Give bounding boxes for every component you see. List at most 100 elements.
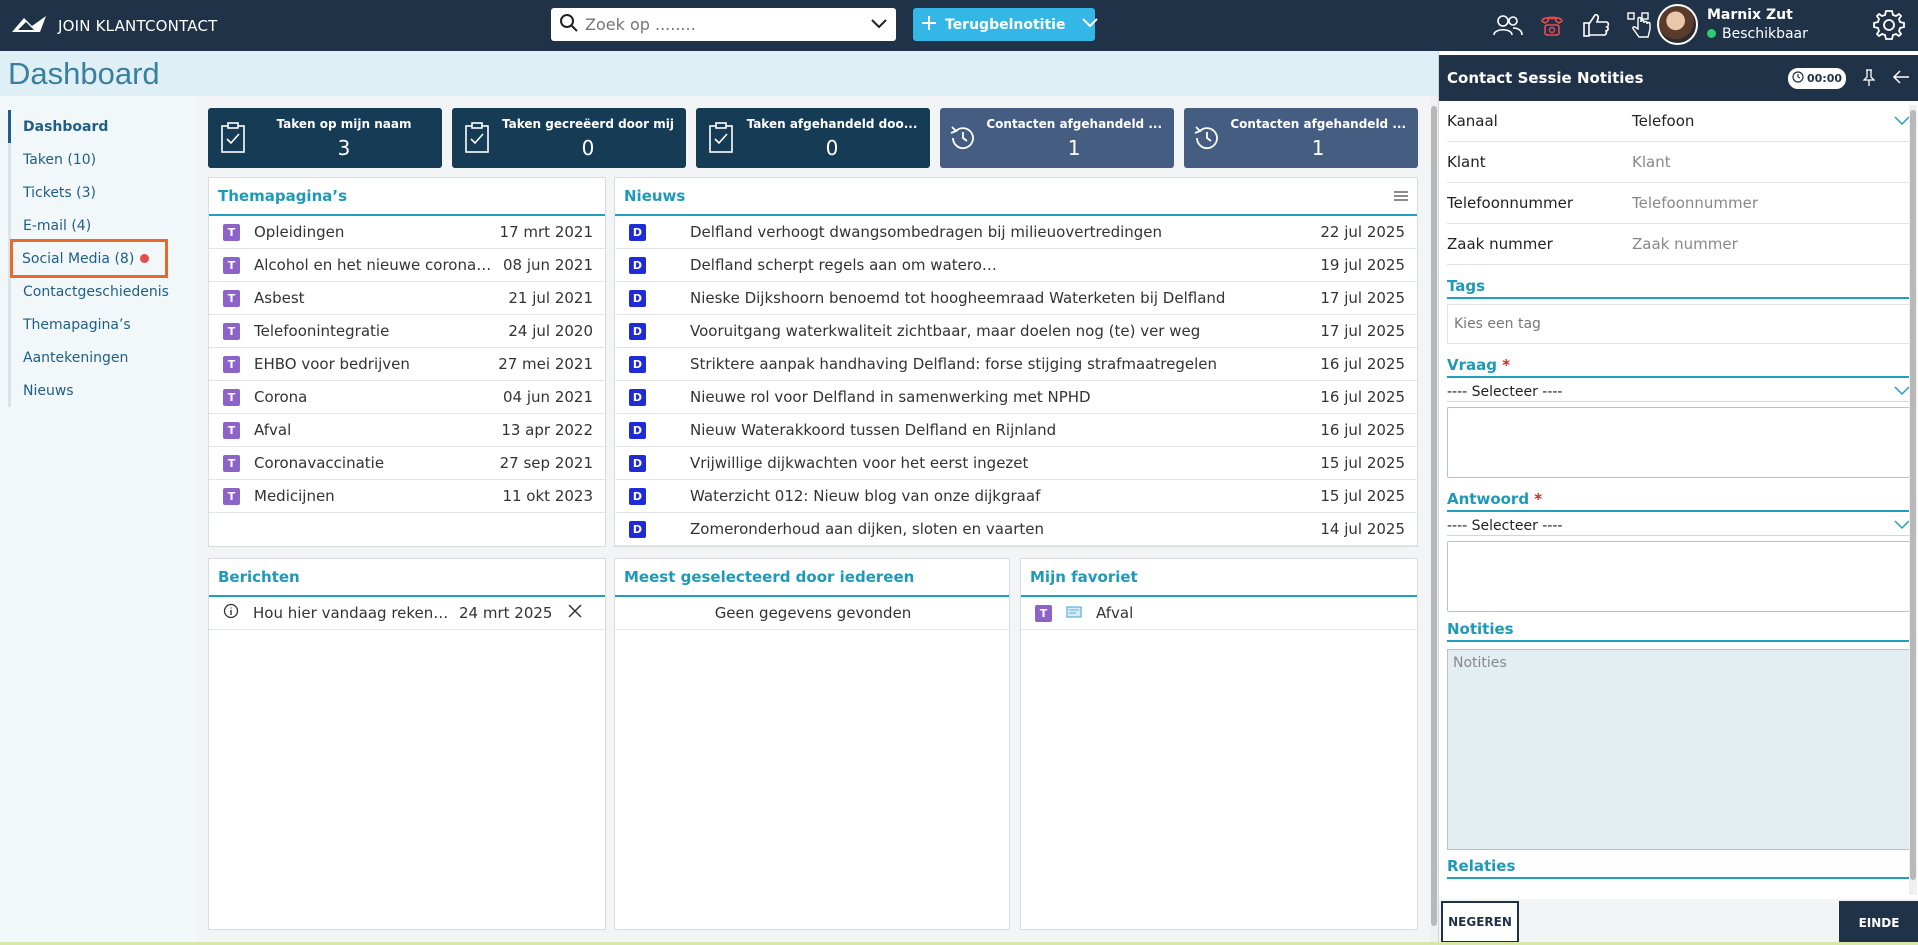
vraag-label: Vraag — [1447, 356, 1497, 374]
list-item[interactable]: D Delfland scherpt regels aan om waterove… — [615, 249, 1417, 282]
sidebar-item-label: Taken (10) — [23, 151, 97, 168]
tile-count: 3 — [337, 135, 351, 160]
ignore-button[interactable]: NEGEREN — [1441, 901, 1519, 943]
session-footer: NEGEREN EINDE — [1439, 899, 1918, 945]
list-item[interactable]: T Telefoonintegratie 24 jul 2020 — [209, 315, 605, 348]
news-badge-icon: D — [629, 289, 646, 307]
vraag-select[interactable]: ---- Selecteer ---- — [1447, 382, 1910, 402]
notities-textarea[interactable]: Notities — [1447, 649, 1910, 850]
antwoord-textarea[interactable] — [1447, 541, 1910, 612]
tile-label: Contacten afgehandeld ... — [986, 116, 1162, 131]
phone-icon[interactable] — [1537, 10, 1567, 40]
mijn-favoriet-panel: Mijn favoriet T Afval — [1020, 558, 1418, 930]
item-date: 21 jul 2021 — [508, 289, 593, 307]
list-item[interactable]: D Vrijwillige dijkwachten voor het eerst … — [615, 447, 1417, 480]
search-box[interactable] — [551, 8, 896, 41]
item-title: Coronavaccinatie — [254, 454, 385, 472]
panel-scrollbar[interactable] — [1909, 105, 1917, 895]
sidebar-item-taken[interactable]: Taken (10) — [11, 143, 168, 176]
list-item[interactable]: D Nieuwe rol voor Delfland in samenwerkin… — [615, 381, 1417, 414]
item-date: 15 jul 2025 — [1320, 487, 1405, 505]
list-item[interactable]: T EHBO voor bedrijven 27 mei 2021 — [209, 348, 605, 381]
callback-note-button[interactable]: Terugbelnotitie — [913, 8, 1099, 41]
field-label: Zaak nummer — [1447, 235, 1553, 253]
scrollbar-thumb[interactable] — [1910, 110, 1916, 880]
app-logo[interactable]: JOIN KLANTCONTACT — [10, 12, 217, 40]
list-item[interactable]: D Nieuw Waterakkoord tussen Delfland en R… — [615, 414, 1417, 447]
kanaal-field[interactable]: Kanaal Telefoon — [1447, 101, 1910, 142]
list-item[interactable]: T Alcohol en het nieuwe coronavirus 08 jun… — [209, 249, 605, 282]
list-item[interactable]: D Nieske Dijkshoorn benoemd tot hoogheemr… — [615, 282, 1417, 315]
message-date: 24 mrt 2025 — [459, 604, 553, 622]
sidebar-item-contactgeschiedenis[interactable]: Contactgeschiedenis — [11, 275, 169, 308]
pin-icon[interactable] — [1862, 69, 1876, 91]
message-item[interactable]: Hou hier vandaag rekening mee 24 mrt 202… — [209, 597, 605, 630]
chevron-down-icon[interactable] — [1894, 112, 1910, 130]
tile-taken-afgehandeld[interactable]: Taken afgehandeld doo... 0 — [696, 108, 930, 168]
list-item[interactable]: T Asbest 21 jul 2021 — [209, 282, 605, 315]
item-title: Telefoonintegratie — [254, 322, 390, 340]
thema-badge-icon: T — [223, 454, 240, 472]
item-title: Nieuwe rol voor Delfland in samenwerking… — [690, 388, 1091, 406]
chevron-down-icon[interactable] — [870, 15, 888, 34]
hand-pointer-icon[interactable] — [1625, 10, 1655, 40]
panel-title: Meest geselecteerd door iedereen — [615, 559, 1009, 597]
zaak-nummer-input[interactable]: Zaak nummer — [1632, 235, 1910, 253]
sidebar: Dashboard Taken (10) Tickets (3) E-mail … — [0, 96, 198, 945]
gear-icon[interactable] — [1872, 8, 1906, 46]
antwoord-select[interactable]: ---- Selecteer ---- — [1447, 516, 1910, 536]
item-date: 17 mrt 2021 — [499, 223, 593, 241]
klant-input[interactable]: Klant — [1632, 153, 1910, 171]
list-item[interactable]: T Opleidingen 17 mrt 2021 — [209, 216, 605, 249]
list-item[interactable]: T Corona 04 jun 2021 — [209, 381, 605, 414]
end-button[interactable]: EINDE — [1839, 901, 1918, 945]
item-title: Afval — [254, 421, 292, 439]
telefoonnummer-input[interactable]: Telefoonnummer — [1632, 194, 1910, 212]
telefoonnummer-field[interactable]: Telefoonnummer Telefoonnummer — [1447, 183, 1910, 224]
list-item[interactable]: D Vooruitgang waterkwaliteit zichtbaar, m… — [615, 315, 1417, 348]
contacts-icon[interactable] — [1493, 10, 1523, 40]
list-item[interactable]: D Zomeronderhoud aan dijken, sloten en va… — [615, 513, 1417, 546]
menu-icon[interactable] — [1394, 187, 1408, 205]
list-item[interactable]: D Waterzicht 012: Nieuw blog van onze dij… — [615, 480, 1417, 513]
close-icon[interactable] — [568, 604, 582, 622]
list-item[interactable]: T Coronavaccinatie 27 sep 2021 — [209, 447, 605, 480]
sidebar-item-dashboard[interactable]: Dashboard — [8, 110, 168, 143]
list-item[interactable]: T Medicijnen 11 okt 2023 — [209, 480, 605, 513]
tile-contacten-afgehandeld-1[interactable]: Contacten afgehandeld ... 1 — [940, 108, 1174, 168]
thumbs-up-icon[interactable] — [1581, 10, 1611, 40]
main-scrollbar[interactable] — [1430, 96, 1438, 945]
list-item[interactable]: D Striktere aanpak handhaving Delfland: f… — [615, 348, 1417, 381]
sidebar-item-tickets[interactable]: Tickets (3) — [11, 176, 168, 209]
sidebar-item-email[interactable]: E-mail (4) — [11, 209, 168, 242]
list-item[interactable]: T Afval — [1021, 597, 1417, 630]
list-item[interactable]: T Afval 13 apr 2022 — [209, 414, 605, 447]
tile-contacten-afgehandeld-2[interactable]: Contacten afgehandeld ... 1 — [1184, 108, 1418, 168]
news-badge-icon: D — [629, 454, 646, 472]
item-date: 16 jul 2025 — [1320, 388, 1405, 406]
kanaal-select[interactable]: Telefoon — [1632, 112, 1894, 130]
klant-field[interactable]: Klant Klant — [1447, 142, 1910, 183]
thema-badge-icon: T — [1035, 604, 1052, 622]
empty-text: Geen gegevens gevonden — [714, 604, 912, 622]
scrollbar-thumb[interactable] — [1431, 106, 1437, 926]
sidebar-item-label: E-mail (4) — [23, 217, 92, 234]
clipboard-check-icon — [452, 122, 502, 154]
list-item[interactable]: D Delfland verhoogt dwangsombedragen bij … — [615, 216, 1417, 249]
tile-taken-gecreeerd[interactable]: Taken gecreëerd door mij 0 — [452, 108, 686, 168]
arrow-left-icon[interactable] — [1892, 69, 1910, 89]
sidebar-item-themapaginas[interactable]: Themapagina’s — [11, 308, 168, 341]
sidebar-item-social-media[interactable]: Social Media (8) — [10, 239, 168, 278]
tile-taken-op-mijn-naam[interactable]: Taken op mijn naam 3 — [208, 108, 442, 168]
item-title: Nieske Dijkshoorn benoemd tot hoogheemra… — [690, 289, 1226, 307]
sidebar-item-label: Themapagina’s — [23, 316, 131, 333]
tags-input[interactable]: Kies een tag — [1447, 304, 1910, 344]
search-input[interactable] — [585, 15, 864, 34]
user-menu[interactable]: Marnix Zut Beschikbaar — [1657, 4, 1808, 45]
zaak-nummer-field[interactable]: Zaak nummer Zaak nummer — [1447, 224, 1910, 265]
item-title: Nieuw Waterakkoord tussen Delfland en Ri… — [690, 421, 1057, 439]
vraag-textarea[interactable] — [1447, 407, 1910, 478]
antwoord-label: Antwoord — [1447, 490, 1530, 508]
sidebar-item-aantekeningen[interactable]: Aantekeningen — [11, 341, 168, 374]
sidebar-item-nieuws[interactable]: Nieuws — [11, 374, 168, 407]
